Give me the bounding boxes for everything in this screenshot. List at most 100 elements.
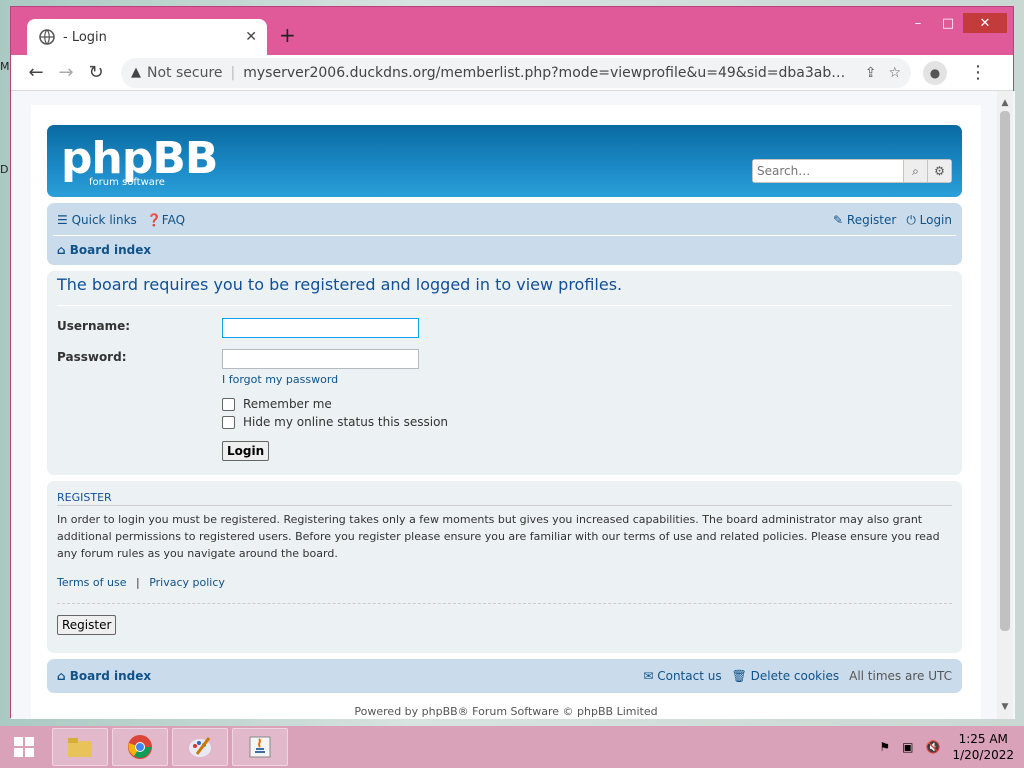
password-field[interactable]: [222, 349, 419, 369]
gear-icon[interactable]: ⚙: [927, 160, 951, 182]
globe-icon: [39, 29, 55, 45]
question-icon: ❓: [146, 213, 162, 227]
remember-me-label: Remember me: [243, 397, 332, 411]
register-panel: REGISTER In order to login you must be r…: [47, 481, 962, 653]
search-box: ⌕ ⚙: [752, 159, 952, 183]
share-icon[interactable]: ⇪: [865, 65, 877, 81]
register-link[interactable]: ✎ Register: [833, 213, 896, 228]
navbar-left: ☰ Quick links ❓FAQ: [57, 213, 185, 228]
file-explorer-taskbar-icon[interactable]: [52, 728, 108, 766]
paint-taskbar-icon[interactable]: [172, 728, 228, 766]
login-panel: The board requires you to be registered …: [47, 271, 962, 475]
powered-by-text: Powered by phpBB® Forum Software © phpBB…: [354, 705, 658, 718]
address-separator: |: [230, 64, 236, 81]
privacy-policy-link[interactable]: Privacy policy: [149, 576, 225, 589]
scroll-up-arrow-icon[interactable]: ▲: [997, 95, 1013, 111]
forum-page: phpBB forum software ⌕ ⚙ ☰ Quick links ❓…: [31, 105, 981, 719]
terms-of-use-link[interactable]: Terms of use: [57, 576, 126, 589]
register-divider: [57, 505, 952, 506]
home-icon: ⌂: [57, 669, 70, 683]
login-link[interactable]: ⏻ Login: [906, 213, 952, 228]
faq-link[interactable]: ❓FAQ: [147, 213, 185, 228]
phpbb-logo[interactable]: phpBB forum software: [61, 137, 218, 189]
volume-muted-icon[interactable]: 🔇: [926, 740, 941, 754]
footer-board-index-link[interactable]: ⌂ Board index: [57, 669, 151, 683]
search-icon[interactable]: ⌕: [903, 160, 927, 182]
paint-icon: [189, 737, 211, 757]
contact-us-link[interactable]: ✉ Contact us: [643, 669, 721, 683]
chrome-icon: [128, 735, 152, 759]
clock[interactable]: 1:25 AM 1/20/2022: [952, 731, 1014, 763]
reload-icon[interactable]: ↻: [81, 58, 111, 88]
tab-title: - Login: [63, 29, 107, 45]
login-heading: The board requires you to be registered …: [57, 275, 623, 294]
hide-status-label: Hide my online status this session: [243, 415, 449, 429]
warning-icon: ▲: [131, 65, 141, 80]
windows-start-button[interactable]: [0, 726, 48, 768]
search-input[interactable]: [753, 160, 903, 182]
close-window-button[interactable]: ✕: [963, 13, 1007, 33]
window-controls: – □ ✕: [903, 13, 1007, 33]
footer-navbar: ⌂ Board index ✉ Contact us 🗑 Delete cook…: [47, 659, 962, 693]
hide-status-checkbox[interactable]: [222, 415, 235, 429]
remember-me-checkbox[interactable]: [222, 397, 235, 411]
envelope-icon: ✉: [643, 669, 658, 683]
power-icon: ⏻: [906, 213, 920, 227]
scrollbar-thumb[interactable]: [1000, 111, 1010, 631]
contact-us-label: Contact us: [657, 669, 722, 683]
bookmark-star-icon[interactable]: ☆: [888, 65, 901, 81]
minimize-button[interactable]: –: [903, 13, 933, 33]
page-viewport: phpBB forum software ⌕ ⚙ ☰ Quick links ❓…: [11, 91, 1015, 719]
menu-kebab-icon[interactable]: ⋮: [963, 58, 993, 88]
board-index-label: Board index: [69, 243, 152, 257]
timezone-text: All times are UTC: [849, 669, 952, 683]
browser-tab[interactable]: - Login ✕: [27, 19, 267, 55]
back-arrow-icon[interactable]: ←: [21, 58, 51, 88]
trash-icon: 🗑: [731, 669, 751, 683]
url-text[interactable]: myserver2006.duckdns.org/memberlist.php?…: [243, 65, 852, 81]
profile-avatar-icon[interactable]: ●: [923, 60, 947, 85]
scroll-down-arrow-icon[interactable]: ▼: [997, 699, 1013, 715]
register-heading: REGISTER: [57, 491, 112, 504]
password-label: Password:: [57, 350, 127, 364]
close-tab-icon[interactable]: ✕: [245, 29, 257, 45]
hamburger-icon: ☰: [57, 213, 72, 227]
navbar-right: ✎ Register ⏻ Login: [833, 213, 952, 228]
action-center-flag-icon[interactable]: ⚑: [879, 740, 890, 754]
quick-links-menu[interactable]: ☰ Quick links: [57, 213, 137, 228]
links-separator: |: [135, 576, 140, 589]
edit-icon: ✎: [833, 213, 847, 227]
username-label: Username:: [57, 319, 131, 333]
chrome-taskbar-icon[interactable]: [112, 728, 168, 766]
home-icon: ⌂: [57, 243, 70, 257]
register-button[interactable]: Register: [57, 615, 117, 635]
hide-status-option[interactable]: Hide my online status this session: [222, 415, 448, 429]
network-icon[interactable]: ▣: [902, 740, 913, 754]
title-bar: - Login ✕ + – □ ✕: [11, 7, 1013, 55]
remember-me-option[interactable]: Remember me: [222, 397, 332, 411]
login-button[interactable]: Login: [222, 441, 270, 461]
register-description: In order to login you must be registered…: [57, 513, 940, 560]
java-taskbar-icon[interactable]: [232, 728, 288, 766]
navbar-divider: [53, 235, 956, 236]
logo-subtext: forum software: [89, 177, 165, 188]
register-label: Register: [846, 213, 897, 227]
delete-cookies-link[interactable]: 🗑 Delete cookies: [732, 669, 840, 683]
new-tab-button[interactable]: +: [279, 23, 296, 47]
system-tray: ⚑ ▣ 🔇 1:25 AM 1/20/2022: [879, 726, 1014, 768]
board-index-link[interactable]: ⌂ Board index: [57, 243, 151, 257]
forward-arrow-icon[interactable]: →: [51, 58, 81, 88]
register-links: Terms of use | Privacy policy: [57, 574, 225, 591]
page-scrollbar[interactable]: ▲ ▼: [997, 91, 1013, 719]
windows-logo-icon: [14, 737, 34, 757]
navbar-row: ☰ Quick links ❓FAQ ✎ Register ⏻ Login: [57, 213, 952, 228]
folder-icon: [68, 738, 92, 757]
forgot-password-link[interactable]: I forgot my password: [222, 373, 338, 386]
address-bar[interactable]: ▲ Not secure | myserver2006.duckdns.org/…: [121, 57, 911, 88]
breadcrumb: ⌂ Board index: [57, 243, 151, 257]
toolbar-right: ● ⋮: [923, 58, 993, 88]
username-field[interactable]: [222, 318, 419, 338]
clock-time: 1:25 AM: [958, 732, 1008, 746]
maximize-button[interactable]: □: [933, 13, 963, 33]
forum-header: phpBB forum software ⌕ ⚙: [47, 125, 962, 197]
